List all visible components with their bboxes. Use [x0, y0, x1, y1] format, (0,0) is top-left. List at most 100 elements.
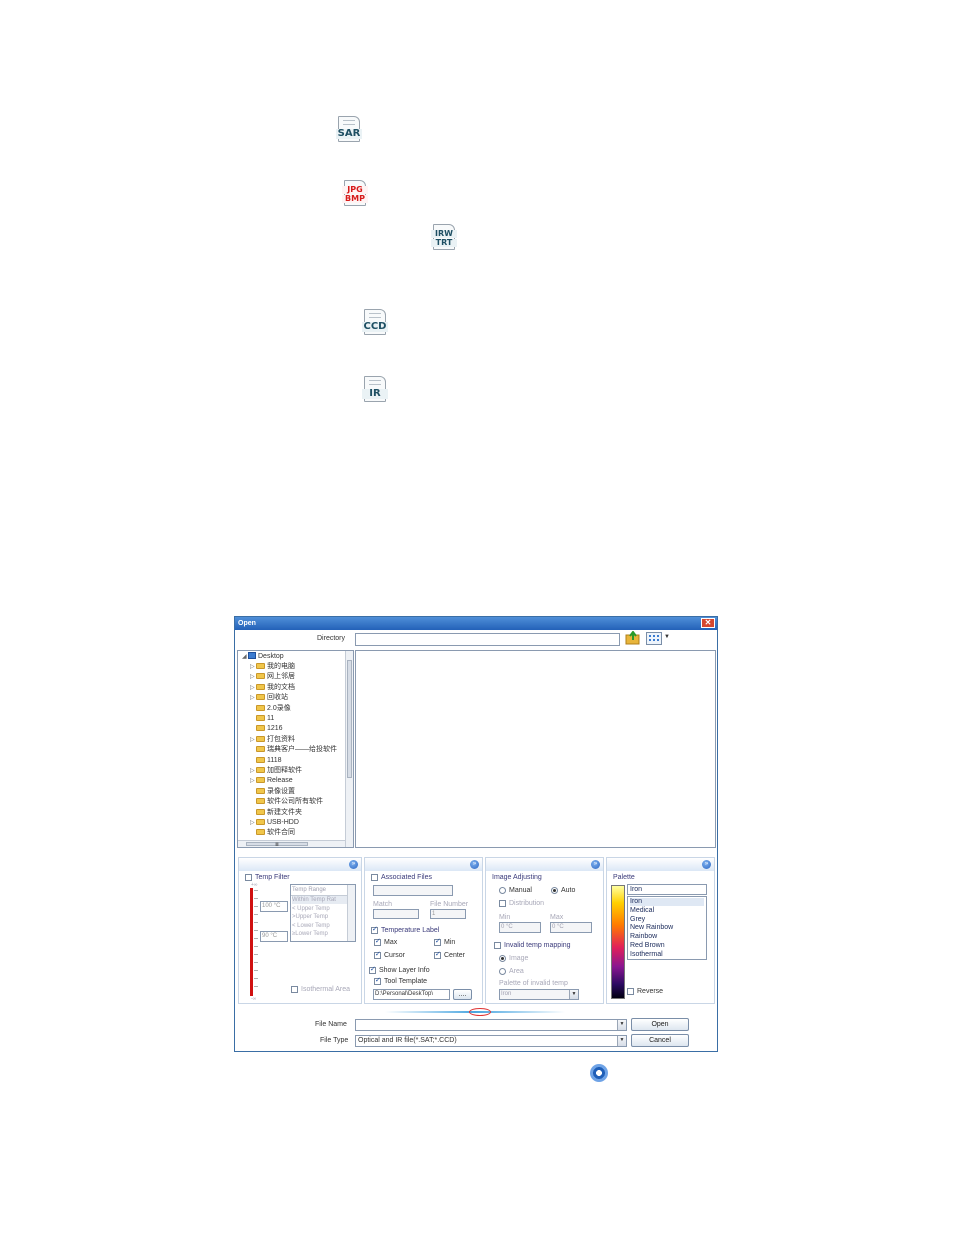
palette-option[interactable]: New Rainbow	[630, 924, 673, 932]
folder-icon	[256, 735, 265, 742]
area-radio[interactable]	[499, 968, 506, 975]
min-checkbox[interactable]	[434, 937, 441, 946]
tree-item[interactable]: ▷ 网上邻居	[250, 672, 295, 682]
tree-item[interactable]: ▷ 我的文档	[250, 683, 295, 693]
min-temp-input[interactable]: 0 °C	[499, 922, 541, 933]
file-type-select[interactable]: Optical and IR file(*.SAT;*.CCD) ▼	[355, 1035, 627, 1047]
temp-range-option[interactable]: Within Temp Rat	[292, 896, 347, 904]
associated-files-input[interactable]	[373, 885, 453, 896]
manual-radio[interactable]	[499, 887, 506, 894]
tree-item[interactable]: ▷ USB-HDD	[250, 818, 299, 828]
folder-icon	[256, 819, 265, 825]
template-path-input[interactable]: D:\Personal\DeskTop\	[373, 989, 450, 1000]
match-input[interactable]	[373, 909, 419, 919]
cancel-button[interactable]: Cancel	[631, 1034, 689, 1047]
temp-filter-checkbox[interactable]	[245, 874, 252, 881]
view-mode-icon[interactable]	[646, 632, 662, 645]
palette-option[interactable]: Isothermal	[630, 951, 663, 959]
temp-range-list[interactable]: Temp Range Within Temp Rat < Upper Temp >U…	[290, 884, 356, 942]
tree-item-label: 我的电脑	[267, 663, 295, 670]
upper-temp-input[interactable]: 100 °C	[260, 901, 288, 912]
up-folder-icon[interactable]	[625, 630, 641, 645]
collapse-icon[interactable]: »	[349, 860, 358, 869]
temp-range-scrollbar[interactable]	[347, 885, 355, 941]
tree-item-desktop[interactable]: ◢ Desktop	[242, 652, 284, 662]
tree-vertical-scrollbar[interactable]	[345, 651, 353, 847]
palette-option[interactable]: Red Brown	[630, 942, 665, 950]
tree-item[interactable]: 软件合同	[256, 828, 295, 838]
temp-filter-panel: » Temp Filter +∞ -∞ 100 °C 90 °C Temp Ra…	[238, 857, 362, 1004]
palette-selected-input[interactable]: Iron	[627, 884, 707, 895]
dropdown-arrow-icon[interactable]: ▼	[617, 1020, 626, 1030]
temp-range-option[interactable]: < Lower Temp	[292, 922, 330, 930]
temperature-label-checkbox[interactable]	[371, 925, 378, 934]
palette-option[interactable]: Rainbow	[630, 933, 657, 941]
tree-item[interactable]: 1216	[256, 724, 283, 734]
tree-item[interactable]: ▷ 打包资料	[250, 735, 295, 745]
dropdown-arrow-icon[interactable]: ▼	[617, 1036, 626, 1046]
tree-item[interactable]: ▷ Release	[250, 776, 293, 786]
tree-item[interactable]: 2.0录像	[256, 704, 291, 714]
tree-horizontal-scrollbar[interactable]: Ⅲ	[238, 840, 345, 847]
tree-item[interactable]: ▷ 加图释软件	[250, 766, 302, 776]
collapse-icon[interactable]: »	[591, 860, 600, 869]
tool-template-checkbox[interactable]	[374, 976, 381, 985]
tree-item-label: 1216	[267, 725, 283, 733]
invalid-temp-mapping-checkbox[interactable]	[494, 942, 501, 949]
temp-range-option[interactable]: < Upper Temp	[292, 905, 330, 913]
distribution-label: Distribution	[509, 900, 545, 907]
palette-option[interactable]: Grey	[630, 916, 645, 924]
directory-label: Directory	[317, 635, 346, 642]
tree-item-label: 加图释软件	[267, 767, 302, 774]
associated-files-title: Associated Files	[381, 874, 432, 881]
collapse-icon[interactable]: »	[702, 860, 711, 869]
cursor-checkbox[interactable]	[374, 950, 381, 959]
tree-item-label: USB-HDD	[267, 819, 299, 826]
tree-item[interactable]: 瑞典客户——给投软件	[256, 745, 337, 755]
palette-option[interactable]: Iron	[630, 898, 704, 906]
tree-item[interactable]: ▷ 我的电脑	[250, 662, 295, 672]
file-list-area[interactable]	[355, 650, 716, 848]
min-label: Min	[444, 939, 456, 946]
irw-trt-file-icon: IRW TRT	[431, 224, 457, 250]
tree-item[interactable]: 软件公司所有软件	[256, 797, 323, 807]
max-checkbox[interactable]	[374, 937, 381, 946]
invalid-temp-mapping-title: Invalid temp mapping	[504, 942, 571, 949]
palette-list[interactable]: Iron Medical Grey New Rainbow Rainbow Red Bro…	[627, 896, 707, 960]
image-radio[interactable]	[499, 955, 506, 962]
palette-option[interactable]: Medical	[630, 907, 654, 915]
tree-item-label: 新建文件夹	[267, 808, 302, 816]
dropdown-arrow-icon[interactable]: ▼	[569, 990, 578, 999]
tree-item[interactable]: 新建文件夹	[256, 808, 302, 818]
center-checkbox[interactable]	[434, 950, 441, 959]
open-button[interactable]: Open	[631, 1018, 689, 1031]
tree-item[interactable]: 录像设置	[256, 787, 295, 797]
image-radio-label: Image	[509, 955, 529, 962]
tree-item[interactable]: ▷ 回收站	[250, 693, 288, 703]
lower-temp-input[interactable]: 90 °C	[260, 931, 288, 942]
isothermal-area-checkbox[interactable]	[291, 986, 298, 993]
distribution-checkbox[interactable]	[499, 900, 506, 907]
file-name-input[interactable]: ▼	[355, 1019, 627, 1031]
splitter-handle-icon[interactable]	[469, 1008, 491, 1016]
directory-input[interactable]	[355, 633, 620, 646]
tree-item[interactable]: 1118	[256, 756, 282, 766]
tree-item-label: 2.0录像	[267, 704, 291, 712]
folder-tree[interactable]: ◢ Desktop ▷ 我的电脑 ▷ 网上邻居 ▷ 我的文档 ▷ 回收站 2.0录像 11 1216 ▷…	[237, 650, 354, 848]
palette-invalid-select[interactable]: Iron ▼	[499, 989, 579, 1000]
file-number-input[interactable]: 1	[430, 909, 466, 919]
browse-template-button[interactable]: ....	[453, 989, 472, 1000]
tree-item-label: 1118	[267, 756, 282, 764]
temp-range-option[interactable]: >Upper Temp	[292, 913, 328, 921]
show-layer-info-checkbox[interactable]	[369, 965, 376, 974]
associated-files-checkbox[interactable]	[371, 874, 378, 881]
temp-range-option[interactable]: ≥Lower Temp	[292, 930, 328, 938]
auto-radio[interactable]	[551, 887, 558, 894]
close-icon[interactable]: ✕	[701, 618, 715, 628]
chevron-down-icon[interactable]: ▼	[664, 634, 670, 640]
collapse-icon[interactable]: »	[470, 860, 479, 869]
tree-item[interactable]: 11	[256, 714, 274, 724]
reverse-checkbox[interactable]	[627, 988, 634, 995]
folder-icon	[256, 777, 265, 784]
max-temp-input[interactable]: 0 °C	[550, 922, 592, 933]
